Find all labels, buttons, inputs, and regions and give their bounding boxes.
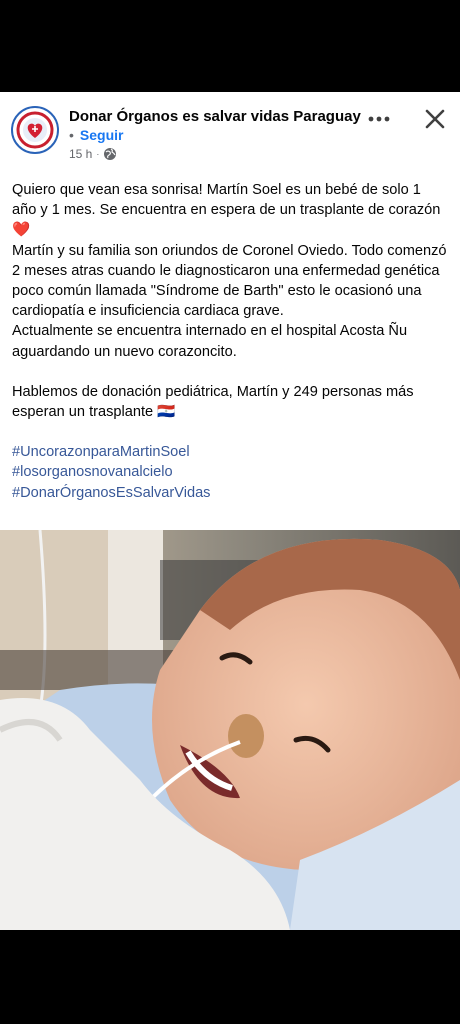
- paragraph-text: Quiero que vean esa sonrisa! Martín Soel…: [12, 182, 441, 219]
- baby-photo-image: [0, 530, 460, 930]
- post-time[interactable]: 15 h: [69, 147, 92, 161]
- post-photo[interactable]: [0, 530, 460, 930]
- globe-icon: [104, 148, 117, 160]
- hashtag-link[interactable]: #DonarÓrganosEsSalvarVidas: [12, 483, 448, 503]
- post-card: Donar Órganos es salvar vidas Paraguay •…: [0, 92, 460, 930]
- paragraph-text: Hablemos de donación pediátrica, Martín …: [12, 383, 414, 421]
- separator-dot: ·: [96, 149, 100, 159]
- close-icon: [425, 109, 445, 129]
- flag-emoji: 🇵🇾: [157, 404, 176, 421]
- follow-row: • Seguir: [69, 127, 123, 143]
- post-header: Donar Órganos es salvar vidas Paraguay •…: [0, 92, 460, 172]
- heart-emoji: ❤️: [12, 222, 31, 239]
- hashtag-link[interactable]: #UncorazonparaMartinSoel: [12, 442, 448, 462]
- paragraph: Martín y su familia son oriundos de Coro…: [12, 242, 447, 320]
- separator-dot: •: [69, 127, 74, 143]
- paragraph: Quiero que vean esa sonrisa! Martín Soel…: [12, 180, 448, 241]
- post-meta: 15 h ·: [69, 147, 117, 161]
- organ-donation-logo-icon: [14, 109, 56, 151]
- more-icon: [368, 116, 390, 122]
- hashtag-link[interactable]: #losorganosnovanalcielo: [12, 462, 448, 482]
- page-name-link[interactable]: Donar Órganos es salvar vidas Paraguay: [69, 108, 361, 125]
- follow-button[interactable]: Seguir: [80, 127, 124, 143]
- more-options-button[interactable]: [362, 106, 396, 132]
- post-body: Quiero que vean esa sonrisa! Martín Soel…: [12, 180, 448, 503]
- close-button[interactable]: [420, 104, 450, 134]
- page-avatar[interactable]: [11, 106, 59, 154]
- paragraph: Hablemos de donación pediátrica, Martín …: [12, 382, 448, 422]
- paragraph: Actualmente se encuentra internado en el…: [12, 323, 408, 360]
